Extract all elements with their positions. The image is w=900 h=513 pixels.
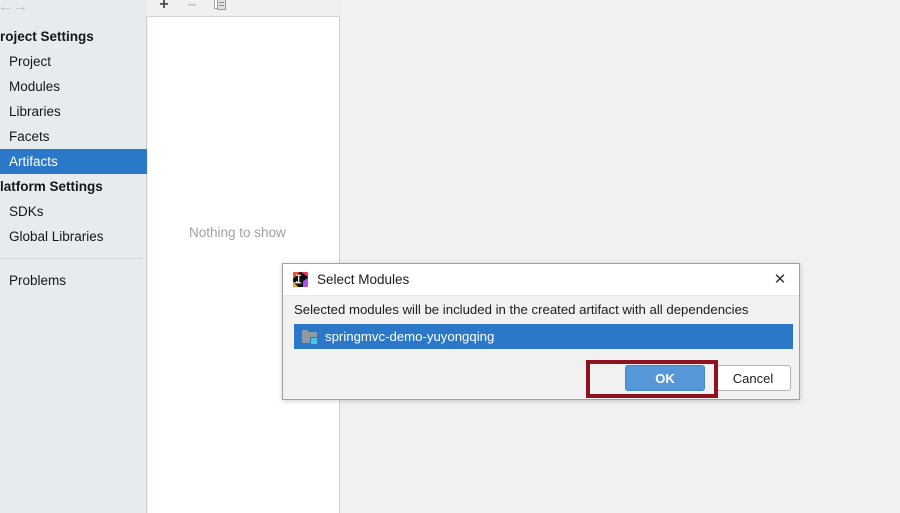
sidebar-item-modules[interactable]: Modules — [0, 74, 147, 99]
forward-arrow-icon[interactable]: → — [13, 0, 28, 15]
sidebar-item-facets[interactable]: Facets — [0, 124, 147, 149]
artifact-detail-area — [341, 0, 900, 513]
module-name: springmvc-demo-yuyongqing — [325, 329, 495, 344]
module-folder-icon — [302, 329, 318, 345]
dialog-button-bar: OK Cancel — [625, 365, 791, 391]
sidebar-group-platform-settings: Platform Settings — [0, 179, 103, 194]
dialog-title: Select Modules — [317, 272, 410, 287]
remove-artifact-icon[interactable]: – — [183, 0, 201, 14]
artifacts-panel: + – Nothing to show — [148, 0, 340, 513]
list-item[interactable]: springmvc-demo-yuyongqing — [294, 324, 793, 349]
ok-button[interactable]: OK — [625, 365, 705, 391]
sidebar-divider — [0, 258, 143, 259]
dialog-body: Selected modules will be included in the… — [283, 296, 799, 400]
module-list[interactable]: springmvc-demo-yuyongqing — [294, 324, 793, 349]
dialog-message: Selected modules will be included in the… — [294, 302, 749, 317]
settings-sidebar: ← → Project Settings Project Modules Lib… — [0, 0, 147, 513]
sidebar-nav-list: Project Settings Project Modules Librari… — [0, 24, 147, 293]
artifacts-empty-message: Nothing to show — [189, 225, 286, 240]
project-structure-window: ← → Project Settings Project Modules Lib… — [0, 0, 900, 513]
sidebar-toolbar: ← → — [0, 0, 147, 16]
copy-glyph — [213, 0, 227, 11]
close-icon[interactable]: ✕ — [769, 269, 791, 291]
copy-artifact-icon[interactable] — [211, 0, 229, 16]
dialog-titlebar: Select Modules ✕ — [283, 264, 799, 296]
intellij-idea-logo-icon — [293, 272, 308, 287]
sidebar-item-global-libraries[interactable]: Global Libraries — [0, 224, 147, 249]
artifacts-toolbar: + – — [148, 0, 340, 17]
select-modules-dialog: Select Modules ✕ Selected modules will b… — [282, 263, 800, 400]
sidebar-item-artifacts[interactable]: Artifacts — [0, 149, 147, 174]
add-artifact-icon[interactable]: + — [155, 0, 173, 14]
back-arrow-icon[interactable]: ← — [0, 0, 13, 15]
sidebar-item-libraries[interactable]: Libraries — [0, 99, 147, 124]
sidebar-item-problems[interactable]: Problems — [0, 268, 147, 293]
sidebar-item-sdks[interactable]: SDKs — [0, 199, 147, 224]
cancel-button[interactable]: Cancel — [715, 365, 791, 391]
sidebar-item-project[interactable]: Project — [0, 49, 147, 74]
sidebar-group-project-settings: Project Settings — [0, 29, 94, 44]
